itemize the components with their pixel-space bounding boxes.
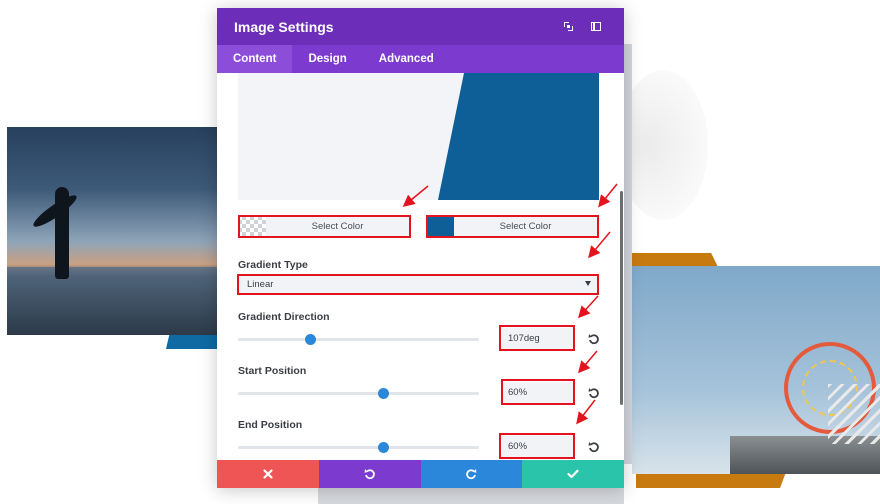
modal-title: Image Settings bbox=[234, 18, 334, 35]
start-position-label: Start Position bbox=[238, 365, 307, 377]
end-position-slider[interactable] bbox=[238, 442, 479, 453]
undo-button[interactable] bbox=[318, 460, 421, 488]
gradient-color-1-button[interactable]: Select Color bbox=[238, 216, 409, 237]
check-icon bbox=[567, 469, 579, 479]
background-orange-shape-bottom bbox=[636, 472, 786, 488]
modal-scrollbar[interactable] bbox=[620, 191, 623, 405]
background-orange-shape-top bbox=[632, 253, 718, 267]
end-position-slider-thumb[interactable] bbox=[377, 442, 389, 453]
blue-swatch bbox=[426, 216, 454, 237]
gradient-preview-shape bbox=[438, 73, 599, 200]
tab-bar: Content Design Advanced bbox=[217, 45, 624, 73]
chevron-down-icon bbox=[585, 281, 591, 286]
gradient-direction-slider-thumb[interactable] bbox=[305, 334, 317, 345]
photo-sea bbox=[7, 267, 221, 335]
cancel-button[interactable] bbox=[217, 460, 319, 488]
gradient-type-label: Gradient Type bbox=[238, 259, 308, 271]
gradient-type-select[interactable]: Linear bbox=[238, 275, 597, 293]
color-1-label: Select Color bbox=[311, 221, 364, 232]
expand-icon bbox=[563, 22, 573, 31]
gradient-color-2-button[interactable]: Select Color bbox=[426, 216, 597, 237]
undo-icon bbox=[364, 469, 375, 480]
image-settings-modal: Image Settings Content Design Advanced S… bbox=[217, 8, 624, 488]
gradient-direction-input[interactable]: 107deg bbox=[502, 328, 573, 349]
photo-roller-coaster bbox=[828, 384, 880, 444]
end-position-reset-icon[interactable] bbox=[588, 441, 600, 453]
gradient-direction-reset-icon[interactable] bbox=[588, 333, 600, 345]
modal-header: Image Settings bbox=[217, 8, 624, 45]
tab-content[interactable]: Content bbox=[217, 45, 293, 73]
redo-icon bbox=[466, 469, 477, 480]
redo-button[interactable] bbox=[420, 460, 523, 488]
start-position-slider-thumb[interactable] bbox=[377, 388, 389, 399]
sidebar-icon bbox=[591, 22, 601, 31]
gradient-direction-label: Gradient Direction bbox=[238, 311, 330, 323]
sidebar-toggle-button[interactable] bbox=[585, 17, 607, 37]
background-gray-block bbox=[318, 488, 624, 504]
tab-advanced[interactable]: Advanced bbox=[363, 45, 450, 73]
start-position-reset-icon[interactable] bbox=[588, 387, 600, 399]
end-position-input[interactable]: 60% bbox=[502, 436, 573, 457]
tab-design[interactable]: Design bbox=[292, 45, 362, 73]
modal-body: Select Color Select Color Gradient Type … bbox=[217, 73, 624, 460]
transparent-swatch bbox=[238, 216, 266, 237]
end-position-label: End Position bbox=[238, 419, 303, 431]
gradient-direction-slider[interactable] bbox=[238, 334, 479, 345]
color-2-label: Select Color bbox=[499, 221, 552, 232]
save-button[interactable] bbox=[522, 460, 624, 488]
start-position-input[interactable]: 60% bbox=[502, 382, 573, 403]
gradient-preview bbox=[238, 73, 599, 200]
gradient-type-value: Linear bbox=[247, 278, 274, 290]
ferris-wheel-photo bbox=[632, 266, 880, 474]
surfer-photo bbox=[7, 127, 221, 335]
close-icon bbox=[263, 469, 273, 479]
start-position-slider[interactable] bbox=[238, 388, 479, 399]
modal-footer bbox=[217, 460, 624, 488]
background-blue-shape bbox=[166, 335, 220, 349]
photo-surfer-silhouette bbox=[55, 187, 69, 279]
expand-button[interactable] bbox=[557, 17, 579, 37]
